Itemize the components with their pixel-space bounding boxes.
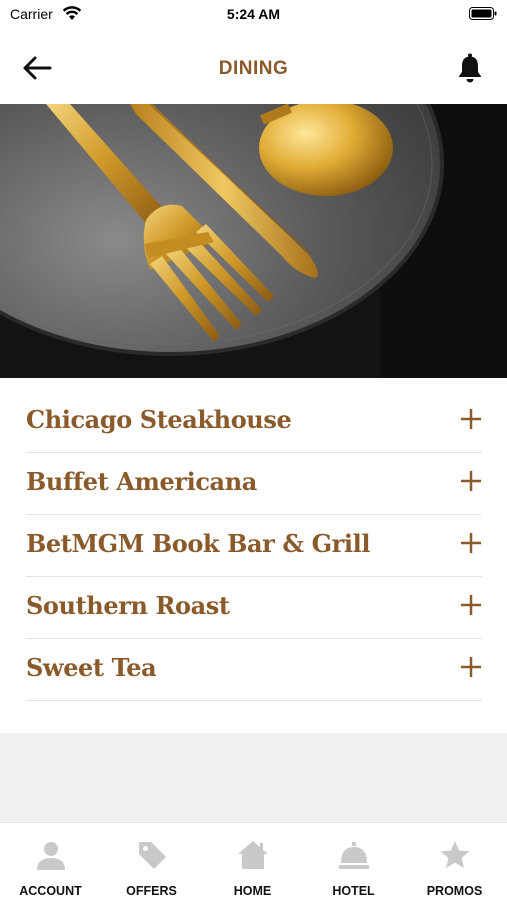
dining-item-buffet-americana[interactable]: Buffet Americana (26, 453, 482, 515)
dining-venue-list: Chicago Steakhouse Buffet Americana BetM… (26, 391, 482, 701)
plus-icon[interactable] (460, 532, 482, 554)
cutlery-plate-illustration (0, 104, 507, 378)
content-footer-area (0, 733, 507, 822)
person-icon (37, 842, 65, 870)
dining-item-sweet-tea[interactable]: Sweet Tea (26, 639, 482, 701)
plus-icon[interactable] (460, 656, 482, 678)
status-time: 5:24 AM (226, 6, 281, 22)
tab-label: PROMOS (426, 884, 483, 898)
bell-icon (458, 53, 482, 83)
plus-icon[interactable] (460, 470, 482, 492)
tab-account[interactable]: ACCOUNT (0, 823, 101, 900)
app-header: DINING (0, 40, 507, 98)
dining-item-name: Southern Roast (26, 591, 230, 620)
tab-label: OFFERS (126, 884, 177, 898)
notifications-button[interactable] (455, 52, 485, 84)
tag-icon (139, 842, 166, 869)
back-button[interactable] (20, 53, 54, 83)
dining-item-chicago-steakhouse[interactable]: Chicago Steakhouse (26, 391, 482, 453)
dining-item-southern-roast[interactable]: Southern Roast (26, 577, 482, 639)
tab-offers[interactable]: OFFERS (101, 823, 202, 900)
star-icon (440, 841, 470, 868)
bottom-tab-bar: ACCOUNT OFFERS HOME HOTEL PROMOS (0, 822, 507, 900)
tab-promos[interactable]: PROMOS (404, 823, 505, 900)
tab-hotel[interactable]: HOTEL (303, 823, 404, 900)
tab-label: ACCOUNT (19, 884, 82, 898)
dining-item-name: BetMGM Book Bar & Grill (26, 529, 371, 558)
status-bar: Carrier 5:24 AM (0, 0, 507, 30)
service-bell-icon (339, 842, 369, 869)
page-title: DINING (218, 58, 289, 79)
dining-item-name: Buffet Americana (26, 467, 257, 496)
plus-icon[interactable] (460, 594, 482, 616)
back-arrow-icon (23, 56, 52, 80)
plus-icon[interactable] (460, 408, 482, 430)
dining-item-betmgm-book-bar-grill[interactable]: BetMGM Book Bar & Grill (26, 515, 482, 577)
hero-image (0, 104, 507, 378)
house-icon (238, 841, 268, 869)
battery-icon (469, 7, 497, 20)
tab-label: HOTEL (332, 884, 375, 898)
dining-item-name: Chicago Steakhouse (26, 405, 292, 434)
tab-home[interactable]: HOME (202, 823, 303, 900)
dining-item-name: Sweet Tea (26, 653, 157, 682)
tab-label: HOME (233, 884, 272, 898)
